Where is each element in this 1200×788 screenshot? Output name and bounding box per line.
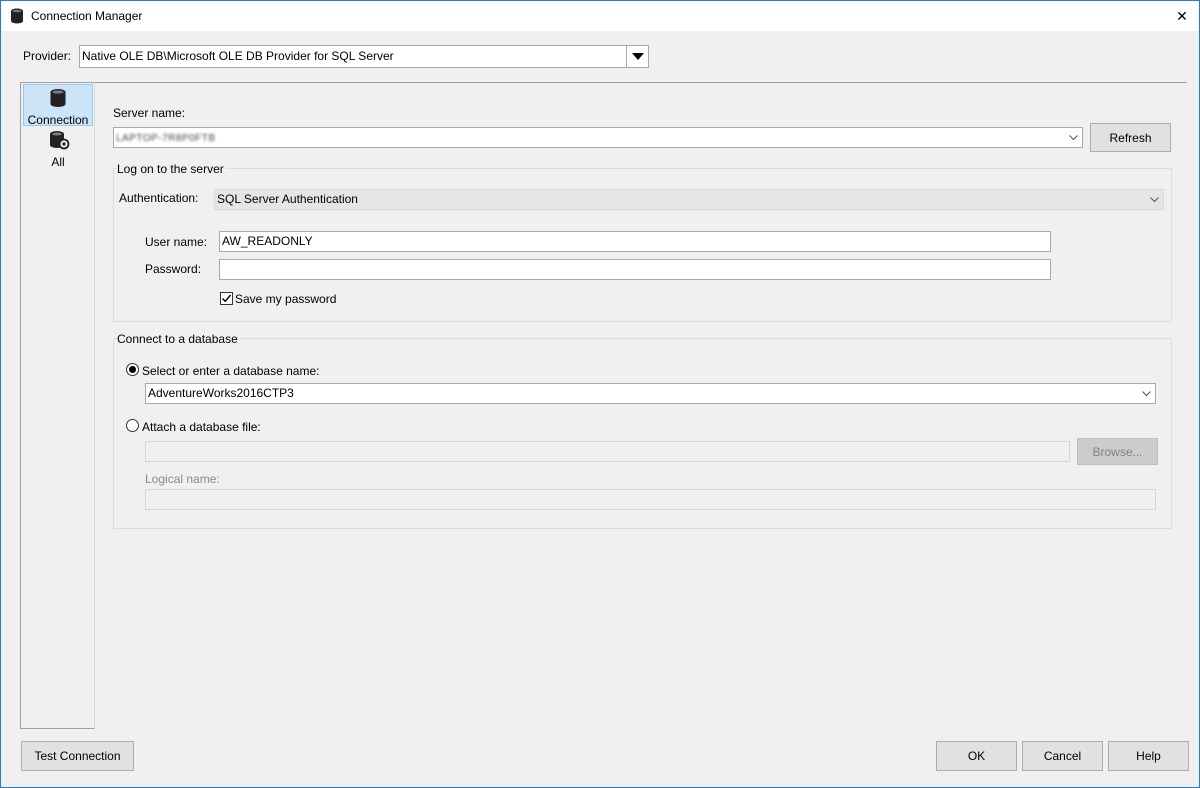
select-database-label[interactable]: Select or enter a database name: (142, 364, 319, 378)
cancel-button-label: Cancel (1043, 749, 1082, 763)
database-settings-icon (48, 130, 70, 155)
test-connection-label: Test Connection (34, 749, 121, 763)
username-label: User name: (145, 235, 208, 249)
authentication-value: SQL Server Authentication (217, 192, 358, 206)
nav-item-all[interactable]: All (23, 130, 93, 170)
left-navigation-pane: Connection All (20, 82, 95, 729)
horizontal-separator (95, 82, 1187, 83)
attach-database-file-input[interactable] (145, 441, 1070, 462)
help-button-label: Help (1136, 749, 1161, 763)
save-password-checkbox[interactable] (220, 292, 233, 305)
authentication-label: Authentication: (119, 191, 199, 205)
nav-item-connection-label: Connection (27, 113, 89, 127)
database-icon (49, 88, 67, 111)
test-connection-button[interactable]: Test Connection (21, 741, 134, 771)
provider-dropdown[interactable]: Native OLE DB\Microsoft OLE DB Provider … (79, 45, 649, 68)
attach-database-radio[interactable] (126, 419, 139, 432)
server-name-value: LAPTOP-7R8P0FTB (116, 133, 216, 144)
nav-item-all-label: All (51, 155, 65, 169)
logical-name-label: Logical name: (145, 472, 220, 486)
browse-button[interactable]: Browse... (1077, 438, 1158, 465)
database-name-combo[interactable]: AdventureWorks2016CTP3 (145, 383, 1156, 404)
connection-manager-window: Connection Manager ✕ Provider: Native OL… (0, 0, 1200, 788)
checkmark-icon (222, 294, 232, 303)
window-title: Connection Manager (31, 9, 143, 23)
help-button[interactable]: Help (1108, 741, 1189, 771)
refresh-button-label: Refresh (1109, 130, 1152, 145)
logon-group-title: Log on to the server (117, 162, 226, 176)
username-input[interactable]: AW_READONLY (219, 231, 1051, 252)
password-label: Password: (145, 262, 202, 276)
save-password-label[interactable]: Save my password (235, 292, 336, 306)
authentication-dropdown[interactable]: SQL Server Authentication (214, 189, 1164, 210)
database-name-value: AdventureWorks2016CTP3 (148, 386, 294, 400)
select-database-radio[interactable] (126, 363, 139, 376)
close-button[interactable]: ✕ (1165, 1, 1199, 31)
logical-name-input[interactable] (145, 489, 1156, 510)
ok-button[interactable]: OK (936, 741, 1017, 771)
nav-item-connection[interactable]: Connection (23, 84, 93, 127)
ok-button-label: OK (967, 749, 986, 763)
browse-button-label: Browse... (1092, 444, 1143, 459)
provider-dropdown-arrow[interactable] (626, 46, 648, 67)
chevron-down-icon (1140, 384, 1152, 403)
database-group-title: Connect to a database (117, 332, 240, 346)
close-icon: ✕ (1176, 7, 1188, 24)
chevron-down-icon (1148, 190, 1160, 209)
cancel-button[interactable]: Cancel (1022, 741, 1103, 771)
server-name-label: Server name: (113, 106, 186, 120)
title-bar: Connection Manager ✕ (1, 1, 1199, 31)
triangle-down-icon (631, 52, 644, 60)
database-icon (10, 8, 24, 24)
provider-label: Provider: (23, 49, 72, 63)
server-name-combo[interactable]: LAPTOP-7R8P0FTB (113, 127, 1083, 148)
password-input[interactable] (219, 259, 1051, 280)
attach-database-label[interactable]: Attach a database file: (142, 420, 261, 434)
provider-value: Native OLE DB\Microsoft OLE DB Provider … (82, 49, 394, 63)
username-value: AW_READONLY (222, 234, 313, 248)
chevron-down-icon (1067, 128, 1079, 147)
refresh-button[interactable]: Refresh (1090, 123, 1171, 152)
